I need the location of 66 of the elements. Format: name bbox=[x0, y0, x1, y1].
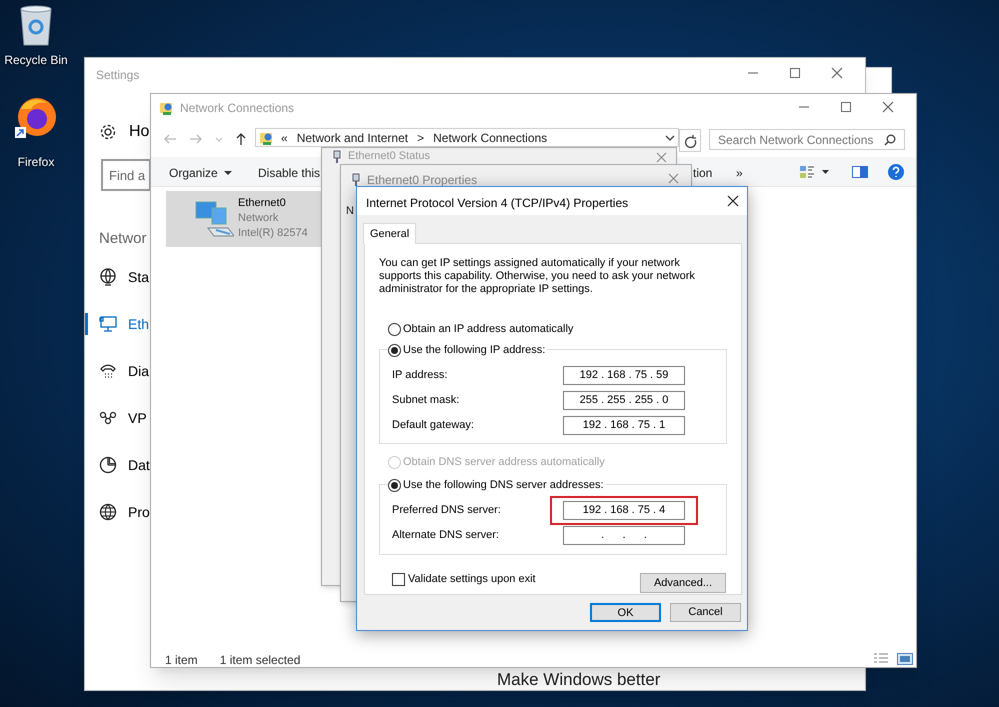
caret-icon bbox=[224, 170, 232, 176]
maximize-icon[interactable] bbox=[840, 101, 852, 113]
window-title: Network Connections bbox=[180, 100, 294, 117]
radio-button[interactable]: Use the following DNS server addresses: bbox=[388, 478, 606, 492]
field-label: Default gateway: bbox=[392, 418, 475, 434]
window-title: Ethernet0 Status bbox=[348, 149, 430, 163]
maximize-icon[interactable] bbox=[789, 67, 801, 79]
toolbar-button[interactable]: tion bbox=[693, 164, 712, 182]
cable-icon bbox=[351, 173, 361, 187]
nav-item[interactable]: Dat bbox=[85, 450, 151, 480]
search-field[interactable]: Find a bbox=[101, 159, 151, 191]
nav-item[interactable]: Dia bbox=[85, 356, 151, 386]
field-label: Subnet mask: bbox=[392, 393, 460, 408]
address-bar[interactable]: « Network and Internet > Network Connections bbox=[255, 128, 679, 147]
phone-icon bbox=[99, 362, 117, 380]
dialog-title: Internet Protocol Version 4 (TCP/IPv4) Properties bbox=[366, 195, 628, 212]
ip-address-field[interactable]: 192 . 168 . 75 . 4 bbox=[563, 501, 685, 520]
field-label: IP address: bbox=[392, 368, 448, 384]
close-icon[interactable] bbox=[727, 195, 739, 207]
field-label: Preferred DNS server: bbox=[392, 503, 502, 518]
desktop-icon-label[interactable]: Recycle Bin bbox=[4, 51, 68, 69]
tiles-view-icon[interactable] bbox=[897, 652, 913, 666]
preview-pane-icon[interactable] bbox=[852, 165, 868, 179]
nav-item[interactable]: VP bbox=[85, 403, 151, 433]
checkbox[interactable]: Validate settings upon exit bbox=[392, 571, 536, 588]
advanced-button[interactable]: Advanced... bbox=[640, 573, 726, 593]
gear-icon bbox=[99, 123, 117, 141]
radio-button[interactable]: Use the following IP address: bbox=[388, 343, 548, 357]
footer-link[interactable]: Make Windows better bbox=[497, 670, 660, 690]
nav-item[interactable]: Sta bbox=[85, 262, 151, 292]
ok-button[interactable]: OK bbox=[590, 603, 661, 622]
label-text: N bbox=[346, 204, 354, 219]
cable-icon bbox=[332, 150, 342, 162]
search-icon bbox=[884, 134, 896, 146]
toolbar-button[interactable]: Disable this bbox=[258, 164, 320, 182]
ip-address-field[interactable]: . . . bbox=[563, 526, 685, 545]
refresh-icon[interactable] bbox=[679, 129, 701, 152]
field-label: Alternate DNS server: bbox=[392, 528, 500, 544]
window-title: Settings bbox=[96, 67, 140, 84]
up-arrow-icon[interactable] bbox=[235, 132, 247, 146]
ip-address-field[interactable]: 255 . 255 . 255 . 0 bbox=[563, 391, 685, 410]
nodes-icon bbox=[99, 409, 117, 427]
view-options-icon[interactable] bbox=[799, 165, 829, 179]
ip-address-field[interactable]: 192 . 168 . 75 . 59 bbox=[563, 366, 685, 385]
cancel-button[interactable]: Cancel bbox=[670, 603, 741, 622]
toolbar-button[interactable]: » bbox=[736, 164, 743, 182]
desktop-icon-label[interactable]: Firefox bbox=[18, 153, 54, 171]
nav-item[interactable]: Pro bbox=[85, 497, 151, 527]
globe-icon bbox=[99, 503, 117, 521]
section-heading: Networ bbox=[99, 229, 147, 249]
toolbar-button[interactable]: Organize bbox=[169, 164, 232, 182]
help-icon[interactable] bbox=[888, 164, 904, 180]
status-text: 1 item bbox=[165, 652, 198, 669]
home-link[interactable]: Ho bbox=[129, 120, 150, 144]
status-text: 1 item selected bbox=[220, 652, 300, 669]
pie-chart-icon bbox=[99, 456, 117, 474]
globe-icon bbox=[99, 268, 117, 286]
tab[interactable]: General bbox=[363, 223, 416, 244]
monitor-icon bbox=[99, 315, 117, 333]
radio-button[interactable]: Obtain an IP address automatically bbox=[388, 322, 727, 336]
description-text: You can get IP settings assigned automatically if your network supports this capability. Otherwise, you need to ask your network administrator for the appropriate IP settings. bbox=[379, 257, 696, 296]
chevron-down-icon[interactable] bbox=[665, 134, 675, 142]
window-title: Ethernet0 Properties bbox=[367, 172, 478, 189]
search-field[interactable]: Search Network Connections bbox=[709, 129, 905, 150]
ip-address-field[interactable]: 192 . 168 . 75 . 1 bbox=[563, 416, 685, 435]
nav-item[interactable]: Eth bbox=[85, 309, 151, 339]
